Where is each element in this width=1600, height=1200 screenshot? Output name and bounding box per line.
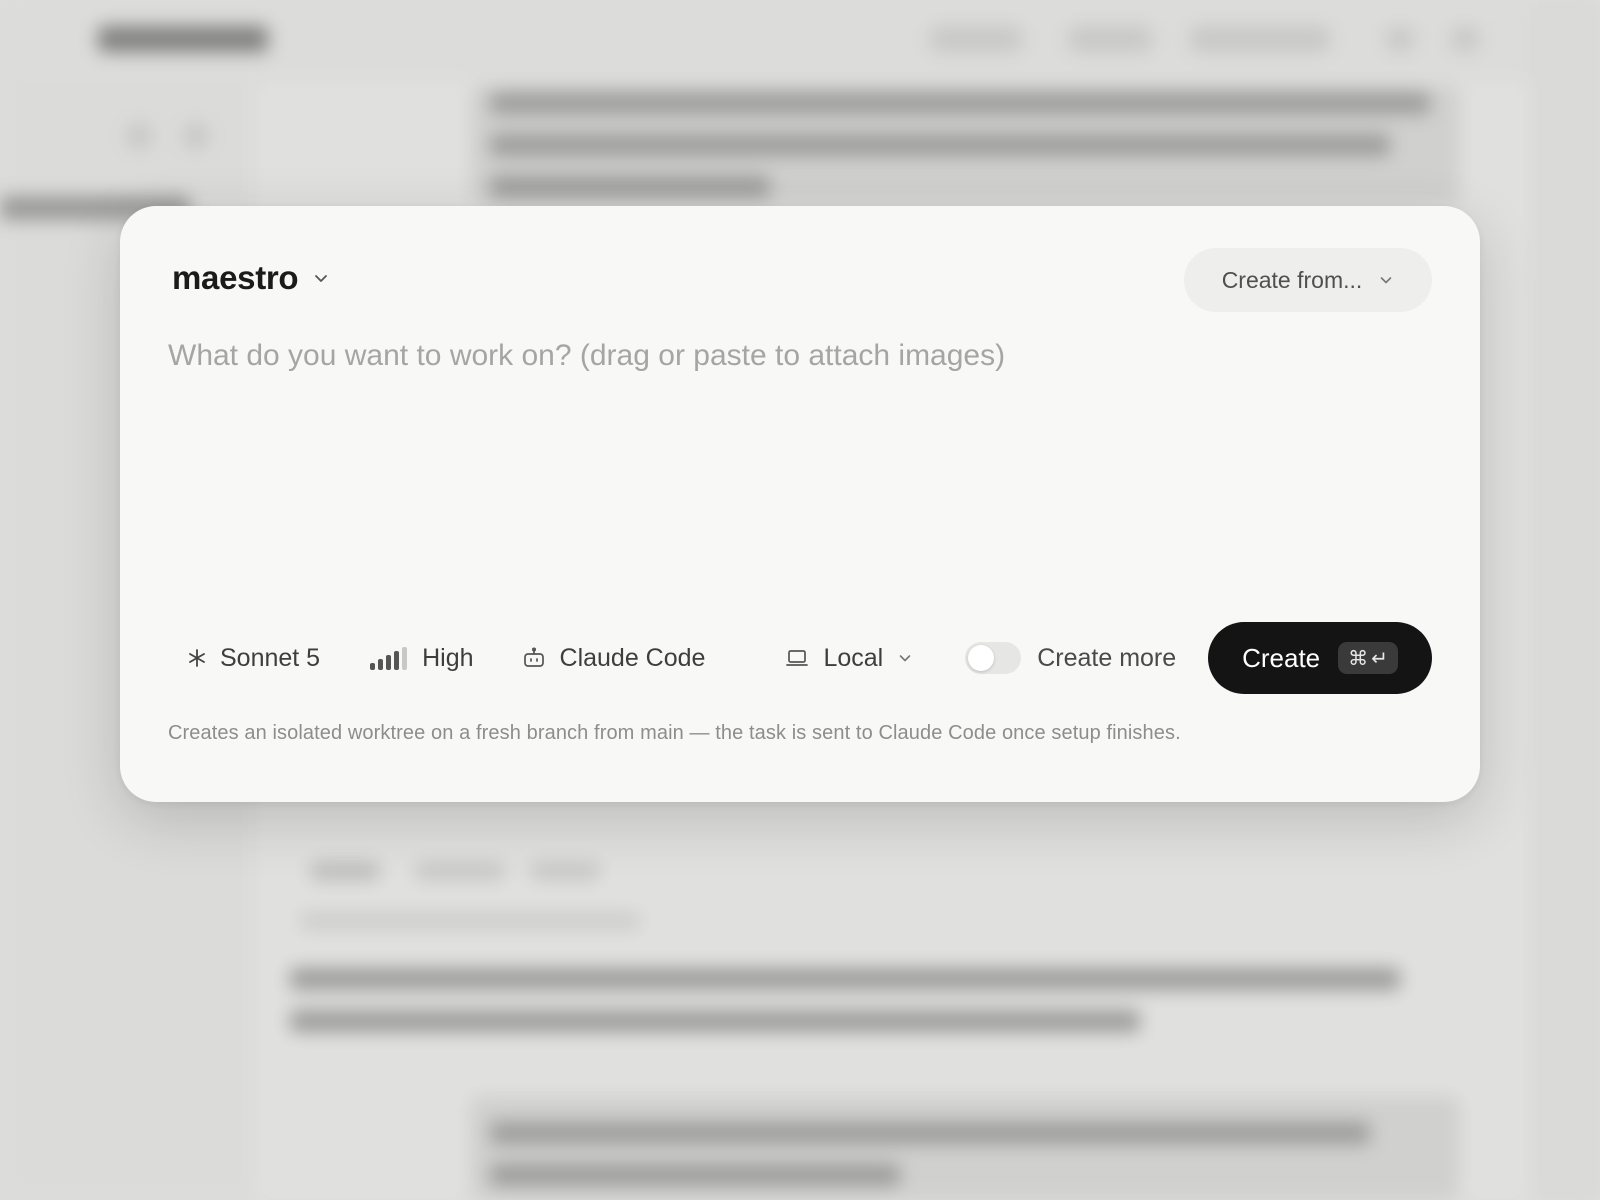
effort-label: High xyxy=(422,643,474,672)
location-label: Local xyxy=(823,643,884,672)
robot-icon xyxy=(522,646,546,670)
create-from-dropdown[interactable]: Create from... xyxy=(1184,248,1432,312)
create-button[interactable]: Create ⌘ ↵ xyxy=(1208,622,1432,694)
project-name: maestro xyxy=(172,259,299,296)
keyboard-shortcut-badge: ⌘ ↵ xyxy=(1338,642,1398,674)
agent-label: Claude Code xyxy=(559,643,706,672)
chevron-down-icon xyxy=(312,269,330,287)
model-label: Sonnet 5 xyxy=(220,643,321,672)
new-task-dialog: maestro Create from... Sonnet 5 xyxy=(120,206,1480,802)
chevron-down-icon xyxy=(897,650,913,666)
helper-text: Creates an isolated worktree on a fresh … xyxy=(168,722,1181,744)
effort-selector[interactable]: High xyxy=(348,634,493,682)
location-selector[interactable]: Local xyxy=(765,634,933,682)
command-key-icon: ⌘ xyxy=(1348,646,1369,670)
laptop-icon xyxy=(785,647,809,669)
create-more-toggle[interactable] xyxy=(965,642,1022,674)
chevron-down-icon xyxy=(1378,272,1394,288)
enter-key-icon: ↵ xyxy=(1371,646,1388,670)
agent-selector[interactable]: Claude Code xyxy=(502,634,726,682)
toggle-knob xyxy=(968,645,995,671)
project-selector[interactable]: maestro xyxy=(172,258,330,298)
task-input[interactable] xyxy=(168,336,1428,586)
create-button-label: Create xyxy=(1242,642,1321,673)
asterisk-icon xyxy=(188,648,206,668)
create-from-label: Create from... xyxy=(1221,266,1363,293)
signal-bars-icon xyxy=(368,645,408,671)
create-more-label: Create more xyxy=(1037,643,1177,672)
create-more-option: Create more xyxy=(965,642,1176,674)
model-selector[interactable]: Sonnet 5 xyxy=(168,634,340,682)
